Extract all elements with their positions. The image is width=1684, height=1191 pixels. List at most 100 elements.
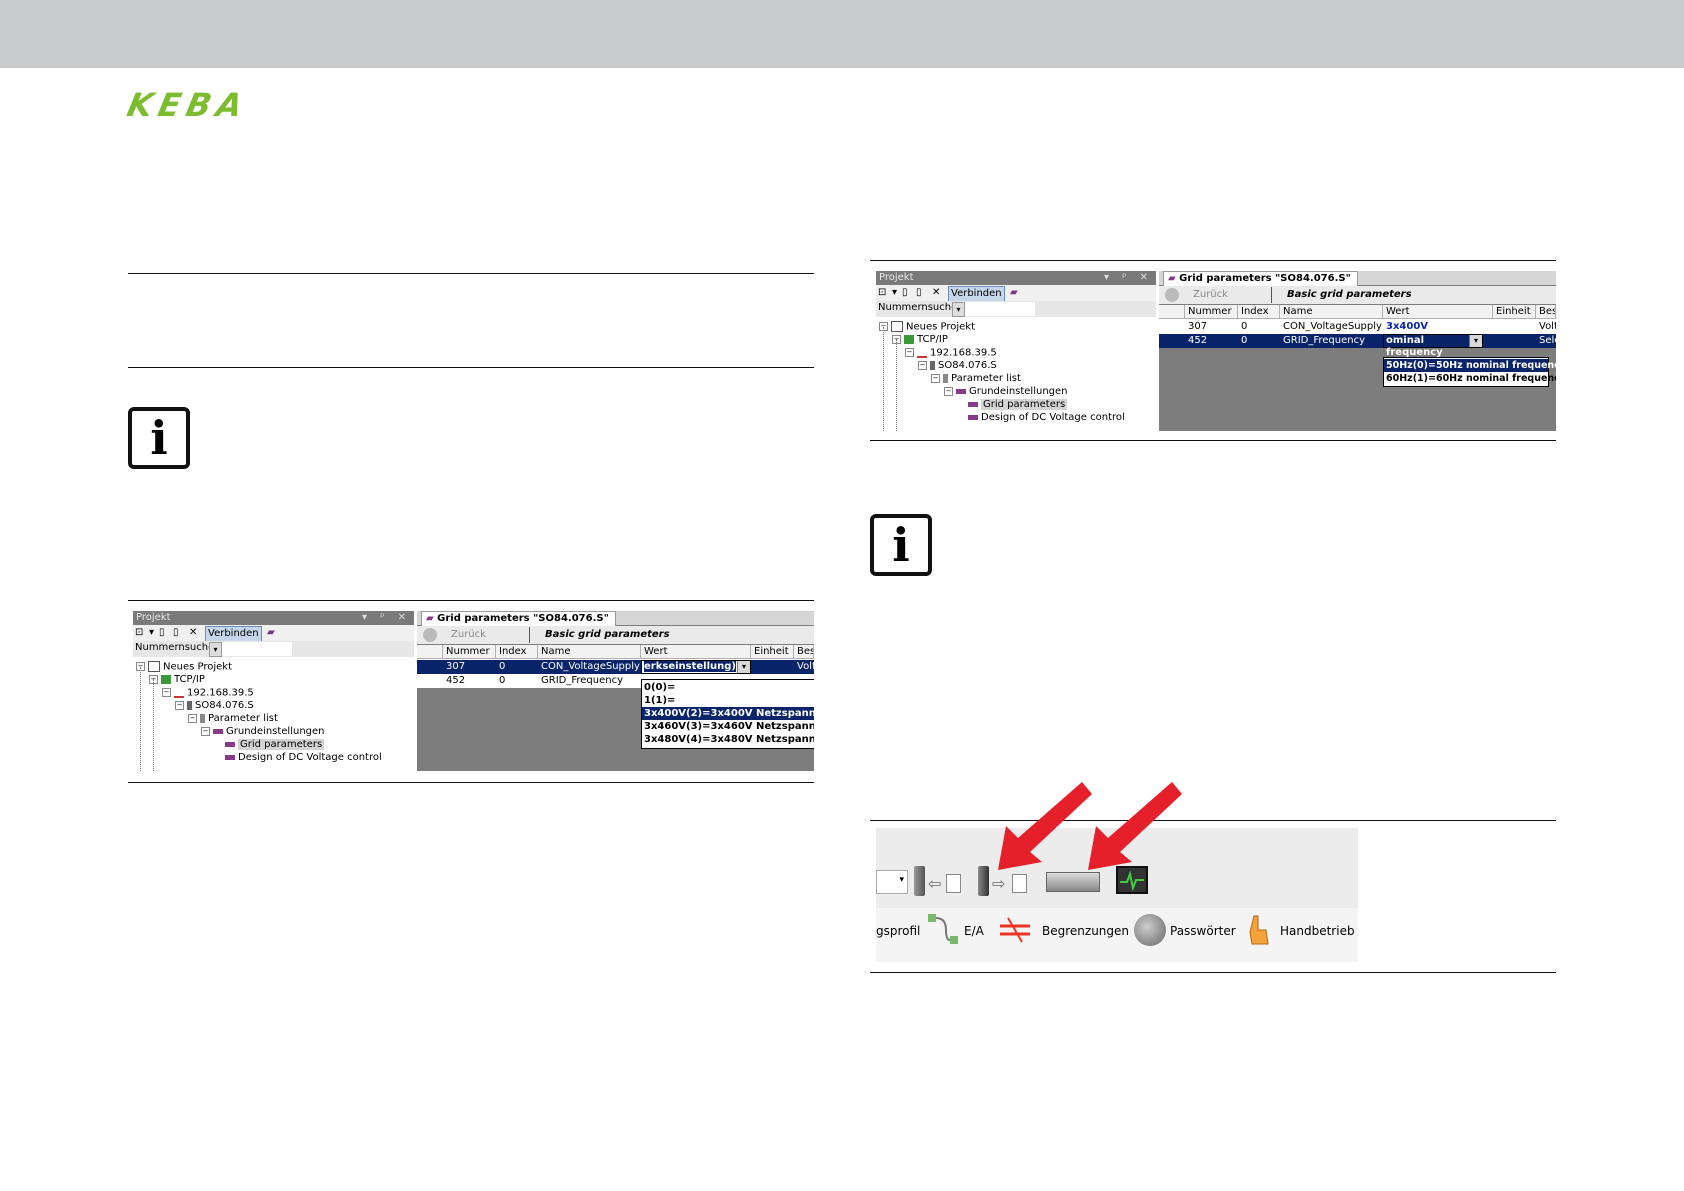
tab-grid-parameters[interactable]: ▰ Grid parameters "SO84.076.S"	[1163, 271, 1358, 286]
cell-nummer: 452	[446, 675, 466, 686]
limits-button[interactable]: Begrenzungen	[1042, 923, 1129, 939]
column-header[interactable]: Wert	[641, 645, 751, 659]
back-icon[interactable]	[423, 628, 437, 642]
chevron-down-icon[interactable]: ▾	[952, 302, 965, 317]
tree-item-tcpip[interactable]: − TCP/IP	[149, 674, 205, 686]
parameter-icon[interactable]: ▰	[267, 626, 275, 640]
value-combobox[interactable]: ominal frequency ▾	[1383, 334, 1483, 358]
divider	[870, 440, 1556, 441]
tree-item-parameter-list[interactable]: − Parameter list	[188, 713, 278, 725]
column-header[interactable]: Einheit	[1493, 305, 1536, 319]
red-arrow-icon	[1088, 782, 1182, 870]
parameter-editor: ▰ Grid parameters "SO84.076.S" Zurück Ba…	[417, 611, 814, 771]
number-search-row: Nummernsuche ▾	[876, 301, 1156, 317]
tree-item-ip[interactable]: −192.168.39.5	[162, 687, 254, 700]
dropdown-field[interactable]: ▾	[876, 870, 908, 894]
passwords-button[interactable]: Passwörter	[1170, 923, 1236, 939]
column-header[interactable]: Wert	[1383, 305, 1493, 319]
profile-label[interactable]: gsprofil	[876, 923, 920, 939]
number-search-row: Nummernsuche ▾	[133, 641, 414, 657]
document-icon[interactable]: ▯	[902, 286, 908, 300]
tab-grid-parameters[interactable]: ▰ Grid parameters "SO84.076.S"	[421, 611, 616, 626]
column-header[interactable]: Bes	[794, 645, 814, 659]
software-screenshot-grid-voltage: Projekt ▾ ᵖ ✕ ⊡ ▾ ▯ ▯ ✕ Verbinden ▰ Numm…	[133, 611, 814, 771]
expand-icon[interactable]: ⊡	[878, 286, 886, 300]
tree-item-device[interactable]: − SO84.076.S	[918, 360, 997, 372]
column-header[interactable]: Nummer	[443, 645, 496, 659]
dropdown-option[interactable]: 60Hz(1)=60Hz nominal frequency	[1384, 372, 1556, 385]
chevron-down-icon[interactable]: ▾	[737, 661, 750, 673]
info-icon: i	[870, 514, 932, 576]
dropdown-option[interactable]: 1(1)=	[642, 694, 814, 707]
document-icon[interactable]: ▯	[159, 626, 165, 640]
tree-item-dc-voltage-design[interactable]: Design of DC Voltage control	[968, 412, 1125, 424]
tree-item-grundeinstellungen[interactable]: − Grundeinstellungen	[944, 386, 1068, 398]
column-header[interactable]: Einheit	[751, 645, 794, 659]
dropdown-option-selected[interactable]: 50Hz(0)=50Hz nominal frequency	[1384, 359, 1556, 372]
dropdown-option[interactable]: 3x480V(4)=3x480V Netzspannung	[642, 733, 814, 746]
delete-icon[interactable]: ✕	[932, 286, 940, 300]
connect-button[interactable]: Verbinden	[205, 626, 262, 642]
pane-controls[interactable]: ▾ ᵖ ✕	[1104, 271, 1153, 285]
expand-icon[interactable]: ⊡	[135, 626, 143, 640]
back-label[interactable]: Zurück	[1193, 289, 1228, 300]
dropdown-option-selected[interactable]: 3x400V(2)=3x400V Netzspannung	[642, 707, 814, 720]
dropdown-icon[interactable]: ▾	[149, 626, 154, 640]
divider	[128, 273, 814, 274]
column-header[interactable]: Nummer	[1185, 305, 1238, 319]
tree-item-device[interactable]: − SO84.076.S	[175, 700, 254, 712]
column-header[interactable]: Name	[1280, 305, 1383, 319]
dropdown-icon[interactable]: ▾	[892, 286, 897, 300]
key-icon[interactable]	[1134, 914, 1166, 946]
cell-name: GRID_Frequency	[541, 675, 624, 686]
tree-item-grid-parameters[interactable]: Grid parameters	[968, 399, 1068, 411]
project-tree: − Neues Projekt − TCP/IP −192.168.39.5 − SO…	[133, 657, 414, 771]
tree-item-project[interactable]: − Neues Projekt	[136, 661, 232, 674]
back-icon[interactable]	[1165, 288, 1179, 302]
pane-controls[interactable]: ▾ ᵖ ✕	[362, 611, 411, 625]
cell-name: GRID_Frequency	[1283, 335, 1366, 346]
column-header[interactable]: Name	[538, 645, 641, 659]
tree-item-dc-voltage-design[interactable]: Design of DC Voltage control	[225, 752, 382, 764]
tree-item-project[interactable]: − Neues Projekt	[879, 321, 975, 334]
parameter-icon[interactable]: ▰	[1010, 286, 1018, 300]
limits-icon[interactable]	[998, 914, 1032, 944]
document-icon[interactable]: ▯	[173, 626, 179, 640]
project-tree: − Neues Projekt − TCP/IP −192.168.39.5 − SO…	[876, 317, 1156, 431]
document-icon[interactable]: ▯	[916, 286, 922, 300]
dropdown-option[interactable]: 3x460V(3)=3x460V Netzspannung	[642, 720, 814, 733]
keba-logo: KEBA	[123, 86, 252, 124]
number-search-label: Nummernsuche	[135, 642, 215, 653]
tree-item-ip[interactable]: −192.168.39.5	[905, 347, 997, 360]
column-header[interactable]: Bes	[1536, 305, 1556, 319]
io-icon[interactable]	[926, 912, 960, 948]
cell-nummer: 307	[1188, 321, 1208, 332]
column-header[interactable]: Index	[1238, 305, 1280, 319]
project-toolbar: ⊡ ▾ ▯ ▯ ✕ Verbinden ▰	[876, 285, 1156, 302]
value-combobox[interactable]: erkseinstellung) ▾	[641, 660, 751, 674]
tree-item-parameter-list[interactable]: − Parameter list	[931, 373, 1021, 385]
delete-icon[interactable]: ✕	[189, 626, 197, 640]
software-screenshot-grid-frequency: Projekt ▾ ᵖ ✕ ⊡ ▾ ▯ ▯ ✕ Verbinden ▰ Numm…	[876, 271, 1556, 431]
tree-item-tcpip[interactable]: − TCP/IP	[892, 334, 948, 346]
tree-item-grid-parameters[interactable]: Grid parameters	[225, 739, 325, 751]
chevron-down-icon[interactable]: ▾	[1469, 335, 1482, 347]
back-label[interactable]: Zurück	[451, 629, 486, 640]
dropdown-option[interactable]: 0(0)=	[642, 681, 814, 694]
number-search-label: Nummernsuche	[878, 302, 958, 313]
parameter-editor: ▰ Grid parameters "SO84.076.S" Zurück Ba…	[1159, 271, 1556, 431]
hand-icon[interactable]	[1246, 912, 1272, 948]
number-search-input[interactable]	[222, 642, 292, 656]
divider	[128, 600, 814, 601]
chevron-down-icon[interactable]: ▾	[209, 642, 222, 657]
manual-mode-button[interactable]: Handbetrieb	[1280, 923, 1355, 939]
cell-nummer: 452	[1188, 335, 1208, 346]
connect-button[interactable]: Verbinden	[948, 286, 1005, 302]
tree-item-grundeinstellungen[interactable]: − Grundeinstellungen	[201, 726, 325, 738]
cell-nummer: 307	[446, 661, 466, 672]
number-search-input[interactable]	[965, 302, 1035, 316]
column-header[interactable]: Index	[496, 645, 538, 659]
io-button[interactable]: E/A	[964, 923, 984, 939]
cell-index: 0	[499, 661, 506, 672]
cell-value[interactable]: 3x400V	[1383, 320, 1493, 333]
